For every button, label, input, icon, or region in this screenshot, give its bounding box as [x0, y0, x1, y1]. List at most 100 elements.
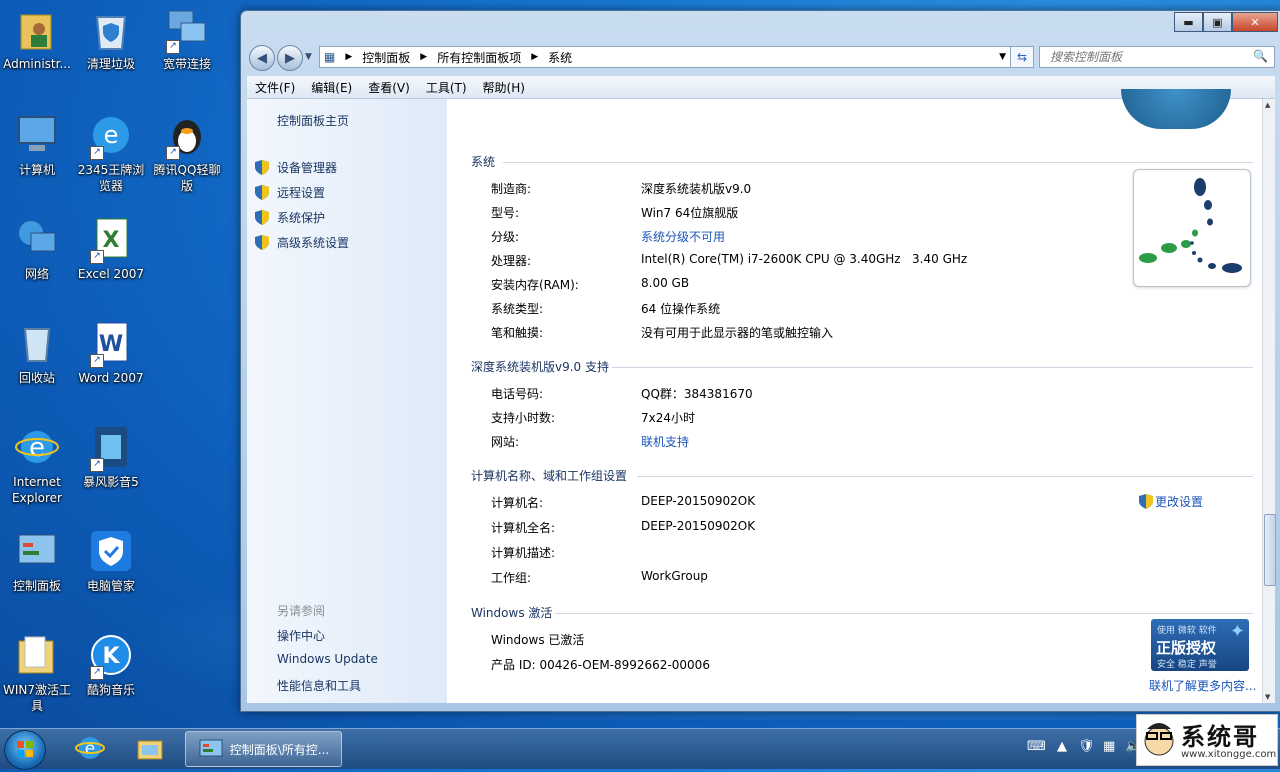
phone-value: QQ群：384381670: [641, 387, 753, 401]
excel-icon: X ↗: [88, 216, 134, 264]
shortcut-arrow-icon: ↗: [90, 146, 104, 160]
taskbar: e 控制面板\所有控... ⌨ ▲ 🛡 ▦ 🔈: [0, 728, 1280, 770]
menu-help[interactable]: 帮助(H): [475, 79, 533, 96]
taskbar-explorer-button[interactable]: [122, 731, 178, 765]
desktop-icon-pc-manager[interactable]: 电脑管家: [74, 528, 148, 594]
desktop-icon-2345browser[interactable]: e ↗ 2345王牌浏览器: [74, 112, 148, 194]
tray-expand-icon[interactable]: ▲: [1057, 739, 1067, 754]
desktop-icon-label: 回收站: [18, 371, 55, 385]
folder-icon: [14, 632, 60, 678]
menu-edit[interactable]: 编辑(E): [303, 79, 360, 96]
search-box[interactable]: 🔍: [1039, 46, 1275, 68]
taskbar-ie-button[interactable]: e: [62, 731, 118, 765]
computer-name-value: DEEP-20150902OK: [641, 494, 756, 508]
svg-text:K: K: [102, 644, 120, 669]
shortcut-arrow-icon: ↗: [90, 250, 104, 264]
scroll-down-icon[interactable]: ▼: [1265, 693, 1270, 701]
desktop-icon-win7-activator[interactable]: WIN7激活工具: [0, 632, 74, 714]
security-shield-icon[interactable]: 🛡: [1078, 739, 1095, 754]
taskbar-control-panel-button[interactable]: 控制面板\所有控...: [185, 731, 342, 767]
rating-label: 分级:: [491, 230, 520, 244]
caption-buttons: ▬ ▣ ✕: [1174, 12, 1278, 32]
desktop-icon-word[interactable]: W ↗ Word 2007: [74, 320, 148, 386]
address-row: ◀ ▶ ▼ ▦ ▶ 控制面板 ▶ 所有控制面板项 ▶ 系统 ▼ ⇆ 🔍: [247, 44, 1275, 71]
desktop-icon-administrator[interactable]: Administr...: [0, 6, 74, 72]
action-center-link[interactable]: 操作中心: [277, 627, 325, 644]
desktop-icon-label: 电脑管家: [86, 579, 135, 593]
maximize-button[interactable]: ▣: [1203, 12, 1232, 32]
website-label: 网站:: [491, 435, 520, 449]
genuine-sub-text: 安全 稳定 声誉: [1157, 660, 1217, 670]
learn-more-link[interactable]: 联机了解更多内容...: [1149, 677, 1256, 694]
oem-logo-icon: [1139, 178, 1242, 273]
desktop-icon-control-panel[interactable]: 控制面板: [0, 528, 74, 594]
breadcrumb-sep-icon: ▶: [531, 52, 539, 62]
online-support-link[interactable]: 联机支持: [641, 433, 689, 450]
remote-settings-label: 远程设置: [277, 186, 326, 200]
oem-logo: [1133, 169, 1251, 287]
watermark-url: www.xitongge.com: [1181, 749, 1277, 760]
control-panel-home-link[interactable]: 控制面板主页: [277, 112, 349, 129]
desktop-icon-baofeng[interactable]: ↗ 暴风影音5: [74, 424, 148, 490]
desktop-icon-network[interactable]: 网络: [0, 216, 74, 282]
desktop-icon-recycle-bin[interactable]: 回收站: [0, 320, 74, 386]
search-icon[interactable]: 🔍: [1253, 49, 1268, 63]
genuine-main-text: 正版授权: [1156, 639, 1217, 657]
rating-link[interactable]: 系统分级不可用: [641, 228, 725, 245]
change-settings-link[interactable]: 更改设置: [1139, 493, 1203, 510]
keyboard-icon[interactable]: ⌨: [1027, 739, 1046, 754]
site-watermark: 系统哥 www.xitongge.com: [1136, 714, 1278, 766]
system-protection-label: 系统保护: [277, 211, 326, 225]
minimize-button[interactable]: ▬: [1174, 12, 1203, 32]
genuine-software-badge[interactable]: 使用 微软 软件 正版授权 安全 稳定 声誉 ✦: [1151, 619, 1249, 671]
breadcrumb-all-items[interactable]: 所有控制面板项: [437, 49, 521, 66]
advanced-settings-link[interactable]: 高级系统设置: [255, 234, 349, 251]
breadcrumb-sep-icon: ▶: [420, 52, 428, 62]
forward-button[interactable]: ▶: [277, 45, 303, 71]
windows-update-link[interactable]: Windows Update: [277, 652, 378, 666]
system-protection-link[interactable]: 系统保护: [255, 209, 325, 226]
control-panel-icon: [199, 739, 223, 757]
section-divider: [555, 613, 1253, 614]
pen-touch-label: 笔和触摸:: [491, 326, 544, 340]
shortcut-arrow-icon: ↗: [166, 146, 180, 160]
desktop-icon-qq[interactable]: ↗ 腾讯QQ轻聊版: [150, 112, 224, 194]
vertical-scrollbar[interactable]: ▲ ▼: [1262, 99, 1276, 703]
breadcrumb-system[interactable]: 系统: [548, 49, 572, 66]
address-bar[interactable]: ▦ ▶ 控制面板 ▶ 所有控制面板项 ▶ 系统 ▼: [319, 46, 1031, 68]
recycle-bin-icon: [14, 320, 60, 366]
desktop-icon-kugou[interactable]: K ↗ 酷狗音乐: [74, 632, 148, 698]
start-button[interactable]: [4, 730, 46, 770]
network-status-icon[interactable]: ▦: [1103, 739, 1115, 754]
refresh-button[interactable]: ⇆: [1010, 46, 1034, 68]
desktop-icon-clean[interactable]: 清理垃圾: [74, 6, 148, 72]
history-dropdown-icon[interactable]: ▼: [305, 52, 312, 62]
watermark-name: 系统哥: [1181, 723, 1259, 751]
scroll-thumb[interactable]: [1264, 514, 1276, 586]
kugou-k-icon: K ↗: [88, 632, 134, 680]
menu-view[interactable]: 查看(V): [360, 79, 418, 96]
remote-settings-link[interactable]: 远程设置: [255, 184, 325, 201]
scroll-up-icon[interactable]: ▲: [1265, 101, 1270, 109]
computer-description-label: 计算机描述:: [491, 546, 556, 560]
close-button[interactable]: ✕: [1232, 12, 1278, 32]
desktop-icon-broadband[interactable]: ↗ 宽带连接: [150, 6, 224, 72]
uac-shield-icon: [255, 210, 269, 225]
browser-e-icon: e ↗: [88, 112, 134, 160]
workgroup-value: WorkGroup: [641, 569, 708, 583]
ram-label: 安装内存(RAM):: [491, 278, 579, 292]
hours-label: 支持小时数:: [491, 411, 556, 425]
menu-tools[interactable]: 工具(T): [418, 79, 475, 96]
menu-file[interactable]: 文件(F): [247, 79, 303, 96]
back-button[interactable]: ◀: [249, 45, 275, 71]
workgroup-label: 工作组:: [491, 571, 532, 585]
address-dropdown-icon[interactable]: ▼: [999, 52, 1006, 62]
breadcrumb-control-panel[interactable]: 控制面板: [362, 49, 410, 66]
device-manager-label: 设备管理器: [277, 161, 338, 175]
performance-info-link[interactable]: 性能信息和工具: [277, 677, 361, 694]
device-manager-link[interactable]: 设备管理器: [255, 159, 337, 176]
search-input[interactable]: [1048, 47, 1252, 67]
desktop-icon-ie[interactable]: e Internet Explorer: [0, 424, 74, 506]
desktop-icon-excel[interactable]: X ↗ Excel 2007: [74, 216, 148, 282]
desktop-icon-computer[interactable]: 计算机: [0, 112, 74, 178]
